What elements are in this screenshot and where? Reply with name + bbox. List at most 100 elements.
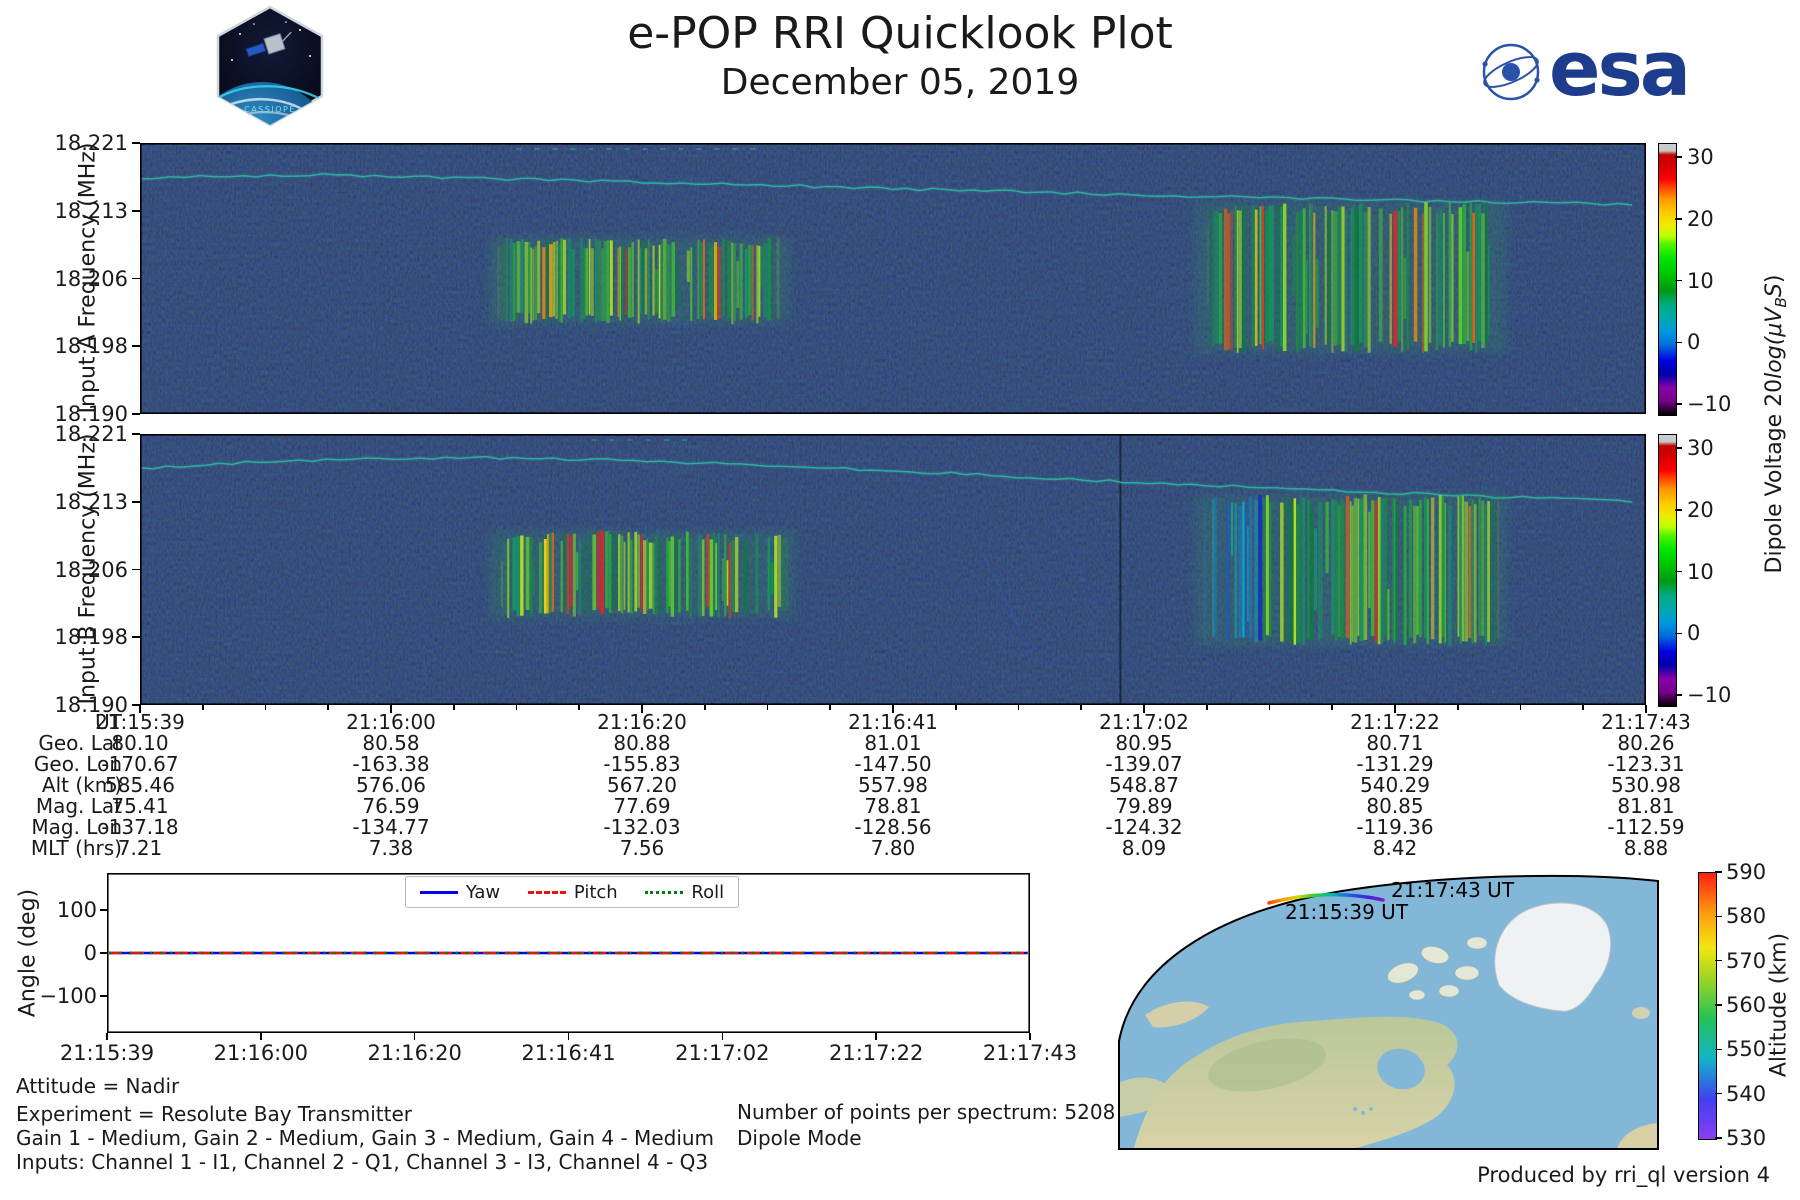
esa-logo: esa [1482, 24, 1691, 108]
time-tick-mark [327, 705, 330, 710]
colorbar-tick-mark [1675, 447, 1682, 449]
angle-xtick-mark [567, 1033, 570, 1040]
map-end-time-label: 21:17:43 UT [1391, 878, 1515, 902]
dipole-label-close: ) [1761, 274, 1787, 284]
ephemeris-value: 21:15:39 [95, 710, 185, 734]
colorbar-tick-mark [1675, 403, 1682, 405]
ephemeris-value: -132.03 [603, 815, 681, 839]
map-start-time-label: 21:15:39 UT [1285, 900, 1409, 924]
freq-tick-label: 18.213 [54, 489, 128, 514]
ground-track-map: 21:17:43 UT 21:15:39 UT [1118, 874, 1659, 1150]
freq-tick-mark [132, 345, 140, 348]
ephemeris-value: 78.81 [864, 794, 922, 818]
roll-line-sample [645, 890, 684, 894]
panel-a-spectrogram [140, 143, 1646, 414]
ephemeris-value: 76.59 [362, 794, 420, 818]
ephemeris-value: 21:17:43 [1601, 710, 1691, 734]
ephemeris-value: -131.29 [1356, 752, 1434, 776]
ephemeris-value: -139.07 [1105, 752, 1183, 776]
colorbar-tick-label: 30 [1687, 145, 1714, 170]
freq-tick-mark [132, 636, 140, 639]
angle-xtick-label: 21:16:41 [521, 1041, 616, 1065]
altitude-tick-label: 580 [1726, 904, 1767, 929]
angle-ytick-mark [100, 952, 107, 954]
colorbar-tick-mark [1675, 341, 1682, 344]
angle-xtick-mark [1029, 1033, 1031, 1040]
ephemeris-value: 80.10 [111, 731, 169, 755]
altitude-tick-label: 560 [1726, 993, 1767, 1017]
ephemeris-row: MLT (hrs) 7.21 7.38 7.56 7.80 8.09 8.42 8.88 [0, 838, 1800, 859]
patch-label: CASSIOPE [244, 105, 296, 114]
angle-xtick-label: 21:16:20 [367, 1041, 462, 1065]
dipole-label-sub: B [1772, 297, 1791, 308]
points-per-spectrum-text: Number of points per spectrum: 5208 [737, 1100, 1116, 1124]
attitude-text: Attitude = Nadir [16, 1074, 180, 1098]
altitude-tick-mark [1715, 1048, 1722, 1051]
ephemeris-value: 7.56 [619, 836, 665, 860]
ephemeris-row: Mag. Lon -137.18 -134.77 -132.03 -128.56 -124… [0, 817, 1800, 838]
colorbar-tick-label: 0 [1687, 330, 1701, 355]
time-tick-mark [1017, 705, 1020, 710]
freq-tick-mark [132, 500, 140, 503]
ephemeris-value: 79.89 [1115, 794, 1173, 818]
time-tick-mark [390, 705, 392, 713]
time-tick-mark [264, 705, 267, 710]
ephemeris-value: 80.26 [1617, 731, 1675, 755]
colorbar-tick-label: 20 [1687, 206, 1714, 231]
colorbar-tick-label: 30 [1687, 436, 1714, 461]
freq-tick-label: 18.213 [54, 198, 128, 223]
freq-tick-mark [132, 277, 140, 280]
altitude-tick-label: 590 [1726, 860, 1767, 884]
ephemeris-row: Alt (km) 585.46 576.06 567.20 557.98 548.87 54… [0, 775, 1800, 796]
altitude-tick-mark [1715, 1092, 1722, 1095]
freq-tick-label: 18.221 [54, 131, 128, 155]
altitude-tick-mark [1715, 1004, 1722, 1006]
ephemeris-value: -119.36 [1356, 815, 1434, 839]
angle-xtick-label: 21:17:22 [828, 1041, 924, 1065]
ephemeris-value: 585.46 [105, 773, 175, 797]
colorbar-tick-mark [1675, 218, 1682, 220]
time-tick-mark [703, 705, 706, 710]
freq-tick-label: 18.221 [54, 422, 128, 446]
altitude-colorbar-label: Altitude (km) [1766, 932, 1792, 1078]
ephemeris-value: -112.59 [1607, 815, 1685, 839]
angle-ytick-mark [100, 909, 107, 911]
ephemeris-row-label: Alt (km) [41, 773, 122, 797]
colorbar-tick-mark [1675, 156, 1682, 158]
ephemeris-value: -147.50 [854, 752, 932, 776]
ephemeris-row-label: Geo. Lat [38, 731, 122, 755]
ephemeris-row: Mag. Lat 75.41 76.59 77.69 78.81 79.89 80.85 81… [0, 796, 1800, 817]
time-tick-mark [1268, 705, 1271, 710]
angle-xtick-label: 21:16:00 [213, 1041, 308, 1065]
ephemeris-value: 21:17:22 [1350, 710, 1440, 734]
ephemeris-value: -155.83 [603, 752, 681, 776]
ephemeris-value: -163.38 [352, 752, 430, 776]
altitude-tick-label: 540 [1726, 1081, 1767, 1106]
time-tick-mark [1331, 705, 1334, 710]
colorbar-tick-mark [1675, 570, 1682, 573]
quicklook-figure: CASSIOPE e-POP RRI Quicklook Plot Decemb… [0, 0, 1800, 1200]
panel-b-spectrogram [140, 434, 1646, 705]
legend-item-roll: Roll [645, 882, 724, 903]
altitude-tick-mark [1715, 871, 1722, 873]
ephemeris-row-label: MLT (hrs) [30, 836, 122, 860]
ephemeris-row: UT 21:15:39 21:16:00 21:16:20 21:16:41 21:17:… [0, 712, 1800, 733]
ephemeris-value: -124.32 [1105, 815, 1183, 839]
angle-legend: Yaw Pitch Roll [405, 876, 739, 908]
angle-xtick-label: 21:17:43 [982, 1041, 1078, 1065]
time-tick-mark [515, 705, 518, 710]
legend-label: Pitch [573, 881, 618, 903]
pitch-line-sample [527, 890, 566, 894]
angle-xtick-mark [413, 1033, 416, 1040]
ephemeris-row-label: Mag. Lat [35, 794, 122, 818]
dipole-voltage-colorbar-label: Dipole Voltage 20log(μVBS) [1762, 275, 1790, 574]
ephemeris-value: 80.85 [1366, 794, 1424, 818]
altitude-tick-label: 530 [1726, 1126, 1767, 1150]
freq-tick-label: 18.206 [54, 266, 128, 291]
time-tick-mark [1143, 705, 1145, 713]
dipole-label-italic: log(μV [1761, 307, 1787, 379]
ephemeris-value: 75.41 [111, 794, 169, 818]
ephemeris-value: 7.38 [368, 836, 414, 860]
ephemeris-value: -134.77 [352, 815, 430, 839]
freq-tick-label: 18.198 [54, 334, 128, 359]
